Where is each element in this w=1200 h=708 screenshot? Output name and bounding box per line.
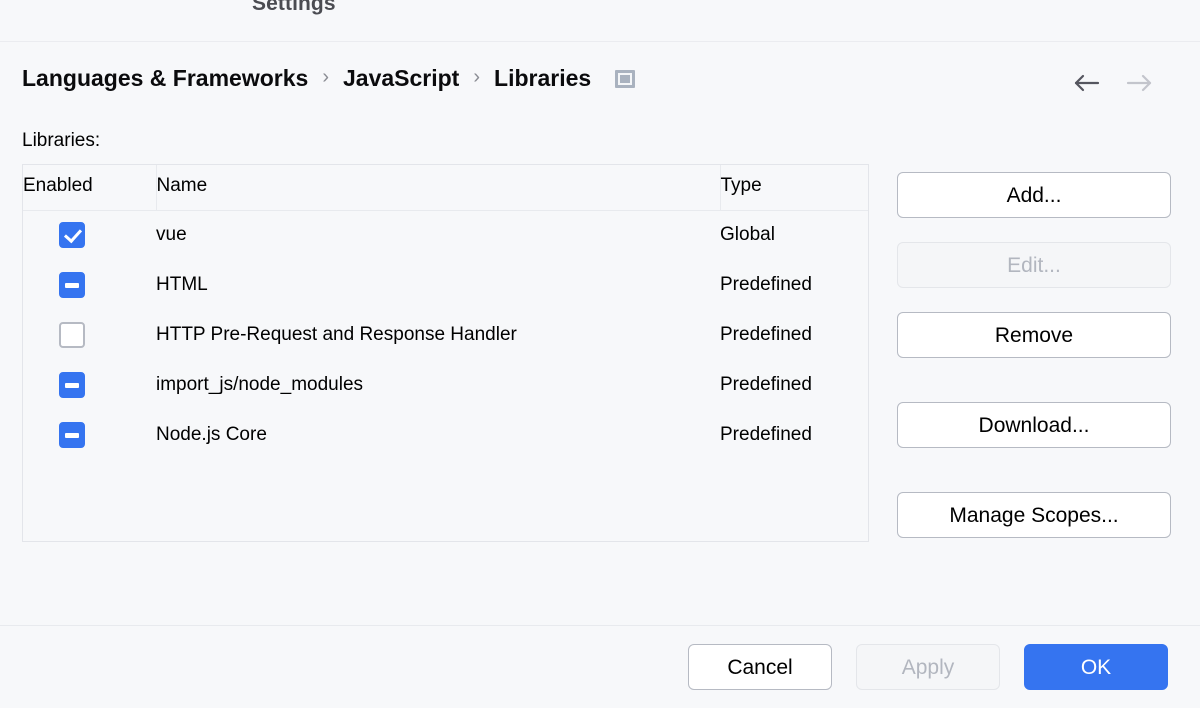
enabled-checkbox[interactable] [59,372,85,398]
dialog-titlebar: Settings [0,0,1200,42]
navigation-arrows [1074,72,1152,94]
cell-type: Predefined [720,410,868,460]
cell-enabled [23,360,156,410]
arrow-left-icon[interactable] [1074,72,1100,94]
cell-type: Predefined [720,310,868,360]
libraries-table-container: Enabled Name Type vueGlobalHTMLPredefine… [22,164,869,542]
ok-button[interactable]: OK [1024,644,1168,690]
cell-enabled [23,210,156,260]
table-row[interactable]: vueGlobal [23,210,868,260]
library-actions: Add... Edit... Remove Download... Manage… [897,164,1171,562]
table-header-row: Enabled Name Type [23,165,868,210]
table-row[interactable]: Node.js CorePredefined [23,410,868,460]
table-row[interactable]: HTMLPredefined [23,260,868,310]
libraries-table-header: Enabled Name Type [23,165,868,210]
cell-name: HTTP Pre-Request and Response Handler [156,310,720,360]
arrow-right-icon[interactable] [1126,72,1152,94]
dialog-footer: Cancel Apply OK [0,625,1200,708]
download-button[interactable]: Download... [897,402,1171,448]
enabled-checkbox[interactable] [59,272,85,298]
cell-type: Predefined [720,260,868,310]
apply-button[interactable]: Apply [856,644,1000,690]
enabled-checkbox[interactable] [59,222,85,248]
breadcrumb-item-languages-frameworks[interactable]: Languages & Frameworks [22,65,308,92]
add-button[interactable]: Add... [897,172,1171,218]
cell-name: vue [156,210,720,260]
cell-enabled [23,410,156,460]
cell-name: Node.js Core [156,410,720,460]
breadcrumb-separator: › [308,66,343,89]
cell-type: Global [720,210,868,260]
libraries-label: Libraries: [22,130,1178,152]
breadcrumb: Languages & Frameworks › JavaScript › Li… [22,65,635,92]
cell-enabled [23,260,156,310]
enabled-checkbox[interactable] [59,422,85,448]
cell-type: Predefined [720,360,868,410]
breadcrumb-row: Languages & Frameworks › JavaScript › Li… [0,42,1200,114]
edit-button[interactable]: Edit... [897,242,1171,288]
settings-content: Libraries: Enabled Name Type vueGlobalHT… [0,114,1200,625]
cell-name: HTML [156,260,720,310]
settings-dialog: Settings Languages & Frameworks › JavaSc… [0,0,1200,708]
breadcrumb-item-javascript[interactable]: JavaScript [343,65,459,92]
breadcrumb-item-libraries[interactable]: Libraries [494,65,591,92]
table-row[interactable]: HTTP Pre-Request and Response HandlerPre… [23,310,868,360]
libraries-panel: Enabled Name Type vueGlobalHTMLPredefine… [22,164,1178,562]
cancel-button[interactable]: Cancel [688,644,832,690]
breadcrumb-separator: › [459,66,494,89]
dialog-title: Settings [252,0,336,16]
column-header-enabled[interactable]: Enabled [23,165,156,210]
cell-name: import_js/node_modules [156,360,720,410]
remove-button[interactable]: Remove [897,312,1171,358]
enabled-checkbox[interactable] [59,322,85,348]
column-header-type[interactable]: Type [720,165,868,210]
table-row[interactable]: import_js/node_modulesPredefined [23,360,868,410]
window-restore-icon[interactable] [615,70,635,88]
manage-scopes-button[interactable]: Manage Scopes... [897,492,1171,538]
libraries-table-body: vueGlobalHTMLPredefinedHTTP Pre-Request … [23,210,868,460]
column-header-name[interactable]: Name [156,165,720,210]
libraries-table: Enabled Name Type vueGlobalHTMLPredefine… [23,165,868,460]
cell-enabled [23,310,156,360]
